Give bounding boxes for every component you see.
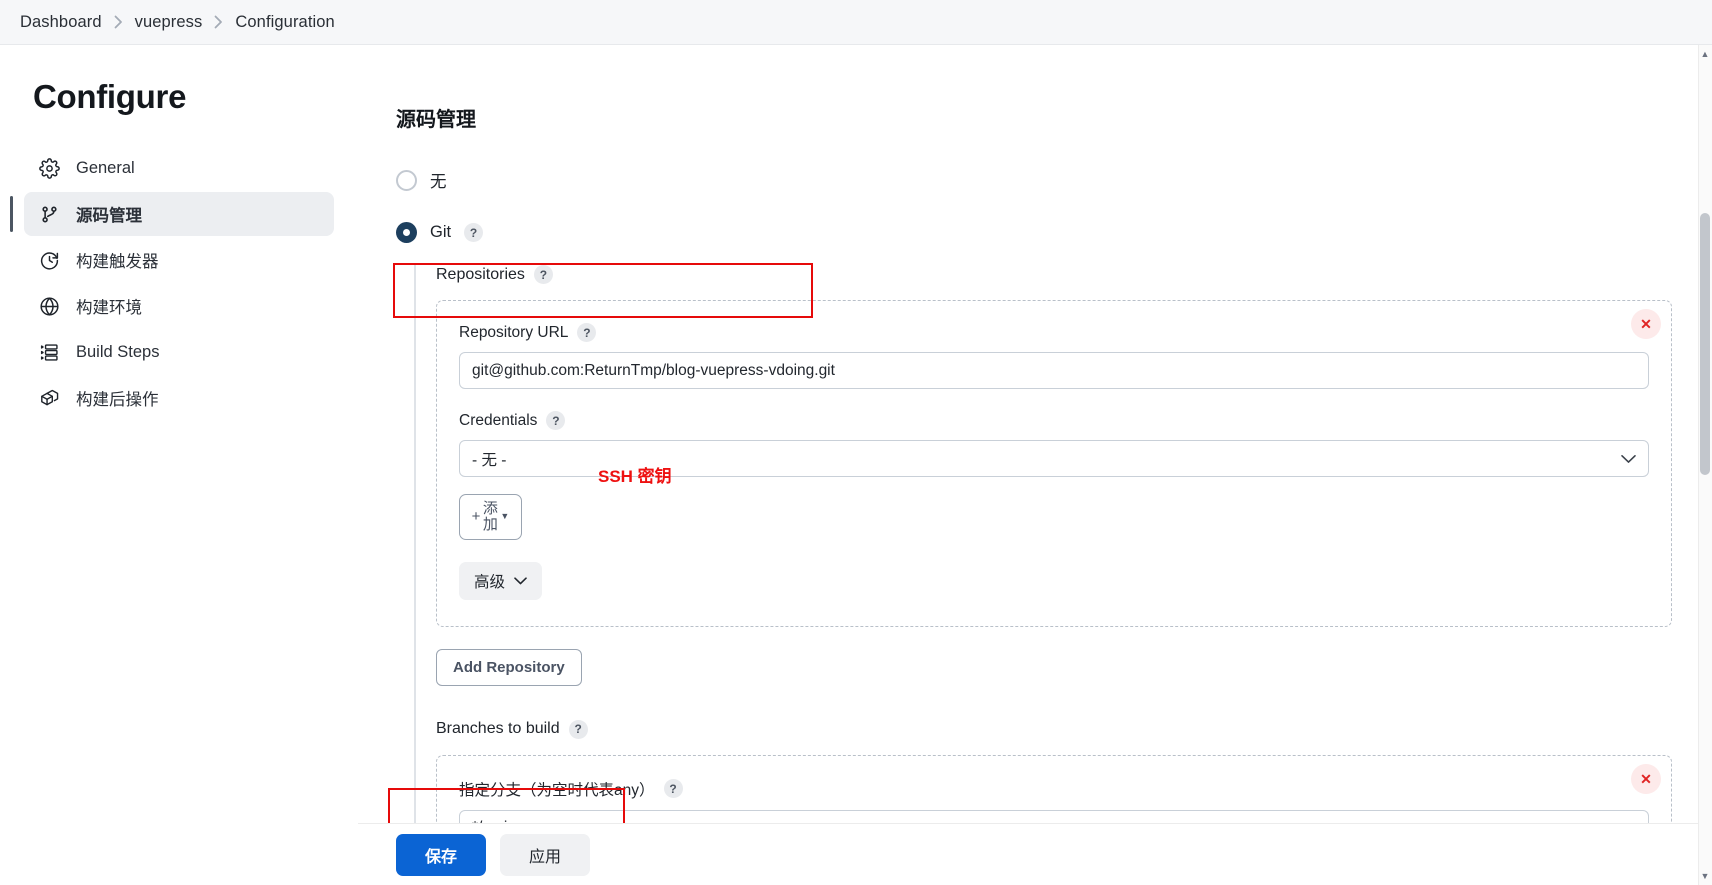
help-icon-branch-specifier[interactable]: ? — [663, 779, 683, 798]
scroll-down-arrow-icon[interactable]: ▼ — [1699, 869, 1711, 883]
plus-icon: + — [471, 507, 481, 525]
help-icon-git[interactable]: ? — [464, 223, 484, 242]
main-content-wrapper: 源码管理 无 Git ? Repositories ? ✕ Repository… — [358, 45, 1712, 885]
form-action-bar: 保存 应用 — [358, 823, 1698, 885]
credentials-label: Credentials — [459, 411, 538, 429]
sidebar-item-label-general: General — [76, 158, 135, 177]
help-icon-repository-url[interactable]: ? — [577, 323, 597, 342]
page-title: Configure — [33, 78, 187, 115]
breadcrumb: Dashboard vuepress Configuration — [0, 0, 1712, 45]
help-icon-credentials[interactable]: ? — [546, 411, 566, 430]
advanced-label: 高级 — [474, 573, 506, 591]
save-button[interactable]: 保存 — [396, 833, 487, 876]
sidebar-item-label-build-environment: 构建环境 — [76, 299, 142, 317]
scm-option-none-label: 无 — [430, 173, 447, 191]
sidebar-nav: General 源码管理 构建触发器 构建环境 Build Steps 构建后操… — [10, 146, 334, 420]
repository-url-input[interactable] — [459, 352, 1649, 389]
apply-button[interactable]: 应用 — [500, 833, 591, 876]
sidebar-item-label-build-steps: Build Steps — [76, 342, 160, 361]
add-credentials-button[interactable]: + 添加 ▼ — [459, 494, 522, 540]
sidebar-item-build-triggers[interactable]: 构建触发器 — [24, 238, 334, 282]
sidebar: Configure General 源码管理 构建触发器 构建环境 Build … — [0, 45, 358, 885]
chevron-down-icon-credentials — [1621, 454, 1636, 463]
repository-url-label-row: Repository URL ? — [459, 323, 1649, 342]
source-branch-icon — [38, 203, 60, 225]
list-steps-icon — [38, 341, 60, 363]
chevron-down-icon-advanced — [514, 572, 527, 590]
help-icon-branches[interactable]: ? — [568, 719, 588, 739]
page-scrollbar-thumb[interactable] — [1700, 213, 1710, 475]
advanced-button[interactable]: 高级 — [459, 561, 543, 600]
sidebar-item-source-control[interactable]: 源码管理 — [10, 192, 334, 236]
chevron-right-icon — [114, 15, 123, 29]
section-title: 源码管理 — [396, 109, 476, 131]
scroll-up-arrow-icon[interactable]: ▲ — [1699, 47, 1711, 61]
sidebar-item-label-post-build-actions: 构建后操作 — [76, 391, 159, 409]
branch-specifier-label-row: 指定分支（为空时代表any） ? — [459, 778, 1649, 800]
main-content: 源码管理 无 Git ? Repositories ? ✕ Repository… — [358, 45, 1712, 885]
branches-label: Branches to build — [436, 720, 560, 737]
sidebar-item-label-build-triggers: 构建触发器 — [76, 253, 159, 271]
credentials-label-row: Credentials ? — [459, 411, 1649, 430]
boxes-icon — [38, 387, 60, 409]
page-body: Configure General 源码管理 构建触发器 构建环境 Build … — [0, 45, 1712, 885]
delete-branch-button[interactable]: ✕ — [1631, 763, 1661, 794]
breadcrumb-item-dashboard[interactable]: Dashboard — [20, 13, 102, 32]
sidebar-item-label-source-control: 源码管理 — [76, 207, 142, 225]
radio-none-icon[interactable] — [396, 169, 417, 191]
radio-git-icon[interactable] — [396, 222, 417, 243]
sidebar-item-build-environment[interactable]: 构建环境 — [24, 284, 334, 328]
clock-icon — [38, 249, 60, 271]
gear-icon — [38, 157, 60, 179]
repository-url-label: Repository URL — [459, 323, 569, 341]
add-credentials-label: 添加 — [482, 500, 498, 533]
scm-option-git[interactable]: Git ? — [396, 222, 1672, 243]
delete-repository-button[interactable]: ✕ — [1631, 309, 1661, 339]
sidebar-item-build-steps[interactable]: Build Steps — [24, 330, 334, 374]
breadcrumb-item-vuepress[interactable]: vuepress — [135, 13, 203, 32]
credentials-select[interactable]: - 无 - — [459, 440, 1649, 477]
branches-label-row: Branches to build ? — [436, 719, 1672, 739]
chevron-right-icon-2 — [214, 15, 223, 29]
help-icon-repositories[interactable]: ? — [533, 265, 553, 284]
scm-option-git-label: Git — [430, 223, 452, 241]
breadcrumb-item-configuration[interactable]: Configuration — [235, 13, 334, 32]
branch-specifier-label: 指定分支（为空时代表any） — [459, 781, 655, 799]
sidebar-item-post-build-actions[interactable]: 构建后操作 — [24, 376, 334, 420]
credentials-select-value: - 无 - — [472, 451, 507, 469]
repositories-label-row: Repositories ? — [436, 265, 1672, 284]
repositories-label: Repositories — [436, 265, 525, 283]
sidebar-item-general[interactable]: General — [24, 146, 334, 190]
page-scrollbar[interactable]: ▲ ▼ — [1698, 45, 1712, 885]
globe-icon — [38, 295, 60, 317]
scm-option-none[interactable]: 无 — [396, 168, 1672, 192]
add-repository-button[interactable]: Add Repository — [436, 648, 582, 686]
repository-entry: ✕ Repository URL ? Credentials ? - 无 - — [436, 300, 1672, 627]
caret-down-icon-add: ▼ — [500, 511, 510, 522]
git-settings-block: Repositories ? ✕ Repository URL ? Creden… — [414, 265, 1672, 870]
